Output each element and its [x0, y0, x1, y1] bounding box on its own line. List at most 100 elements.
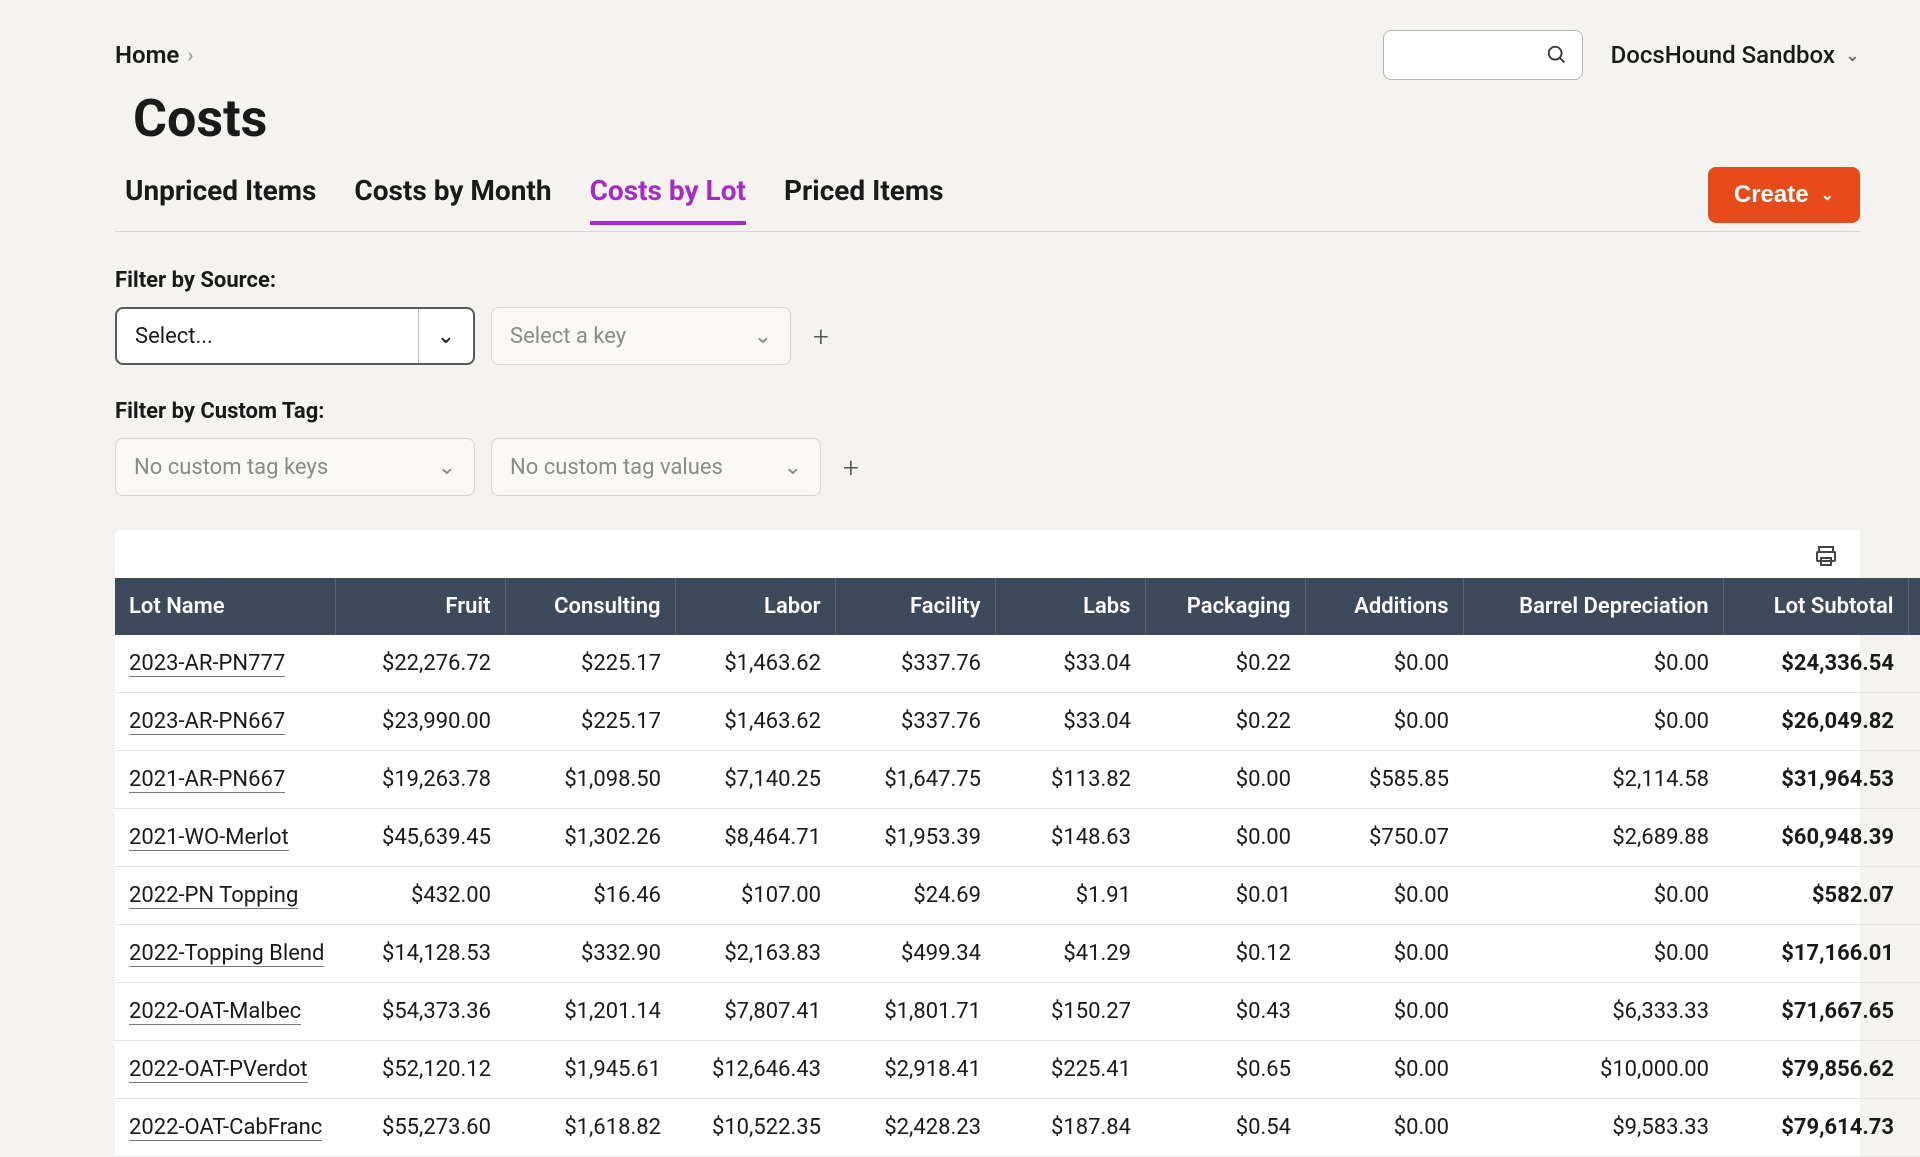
costs-table: Lot Name Fruit Consulting Labor Facility…	[115, 578, 1920, 1157]
lot-link[interactable]: 2023-AR-PN777	[129, 651, 285, 677]
cell-barrel: $0.00	[1463, 693, 1723, 751]
col-overflow[interactable]: B	[1908, 578, 1920, 635]
workspace-name: DocsHound Sandbox	[1611, 41, 1835, 69]
table-row: 2023-AR-PN667$23,990.00$225.17$1,463.62$…	[115, 693, 1920, 751]
cell-consulting: $1,945.61	[505, 1041, 675, 1099]
col-consulting[interactable]: Consulting	[505, 578, 675, 635]
cell-fruit: $14,128.53	[335, 925, 505, 983]
cell-fruit: $54,373.36	[335, 983, 505, 1041]
lot-link[interactable]: 2022-OAT-PVerdot	[129, 1057, 308, 1083]
cell-facility: $337.76	[835, 635, 995, 693]
lot-link[interactable]: 2022-Topping Blend	[129, 941, 324, 967]
cell-labs: $150.27	[995, 983, 1145, 1041]
col-barrel[interactable]: Barrel Depreciation	[1463, 578, 1723, 635]
tab-costs-by-lot[interactable]: Costs by Lot	[590, 174, 746, 225]
cell-additions: $0.00	[1305, 1041, 1463, 1099]
lot-link[interactable]: 2022-PN Topping	[129, 883, 298, 909]
tab-costs-by-month[interactable]: Costs by Month	[354, 174, 551, 225]
cell-overflow	[1908, 983, 1920, 1041]
cell-labor: $2,163.83	[675, 925, 835, 983]
search-input[interactable]	[1383, 30, 1583, 80]
tab-priced-items[interactable]: Priced Items	[784, 174, 944, 225]
cell-barrel: $0.00	[1463, 867, 1723, 925]
col-packaging[interactable]: Packaging	[1145, 578, 1305, 635]
table-row: 2021-WO-Merlot$45,639.45$1,302.26$8,464.…	[115, 809, 1920, 867]
cell-additions: $585.85	[1305, 751, 1463, 809]
cell-labs: $225.41	[995, 1041, 1145, 1099]
table-row: 2021-AR-PN667$19,263.78$1,098.50$7,140.2…	[115, 751, 1920, 809]
chevron-down-icon: ⌄	[1845, 45, 1860, 66]
cell-lot-name: 2022-OAT-CabFranc	[115, 1099, 335, 1157]
costs-table-container: Lot Name Fruit Consulting Labor Facility…	[115, 530, 1860, 1157]
cell-subtotal: $24,336.54	[1723, 635, 1908, 693]
cell-labs: $113.82	[995, 751, 1145, 809]
cell-overflow	[1908, 867, 1920, 925]
col-labor[interactable]: Labor	[675, 578, 835, 635]
cell-barrel: $2,114.58	[1463, 751, 1723, 809]
cell-facility: $24.69	[835, 867, 995, 925]
cell-lot-name: 2021-AR-PN667	[115, 751, 335, 809]
table-header-row: Lot Name Fruit Consulting Labor Facility…	[115, 578, 1920, 635]
filter-source-value: Select...	[135, 324, 213, 349]
table-row: 2022-OAT-CabFranc$55,273.60$1,618.82$10,…	[115, 1099, 1920, 1157]
cell-facility: $337.76	[835, 693, 995, 751]
cell-lot-name: 2022-OAT-Malbec	[115, 983, 335, 1041]
cell-consulting: $16.46	[505, 867, 675, 925]
table-row: 2022-PN Topping$432.00$16.46$107.00$24.6…	[115, 867, 1920, 925]
cell-labor: $107.00	[675, 867, 835, 925]
add-tag-filter-button[interactable]: +	[837, 451, 865, 484]
lot-link[interactable]: 2023-AR-PN667	[129, 709, 285, 735]
breadcrumb: Home ›	[115, 41, 193, 69]
tab-unpriced-items[interactable]: Unpriced Items	[125, 174, 316, 225]
filter-source-key-select[interactable]: Select a key ⌄	[491, 307, 791, 365]
cell-fruit: $52,120.12	[335, 1041, 505, 1099]
workspace-selector[interactable]: DocsHound Sandbox ⌄	[1611, 41, 1860, 69]
filter-source-select[interactable]: Select... ⌄	[115, 307, 475, 365]
cell-overflow	[1908, 693, 1920, 751]
cell-barrel: $9,583.33	[1463, 1099, 1723, 1157]
cell-lot-name: 2023-AR-PN777	[115, 635, 335, 693]
cell-barrel: $0.00	[1463, 635, 1723, 693]
cell-labs: $187.84	[995, 1099, 1145, 1157]
cell-labs: $33.04	[995, 635, 1145, 693]
cell-labor: $1,463.62	[675, 635, 835, 693]
print-icon[interactable]	[1814, 544, 1838, 568]
cell-packaging: $0.54	[1145, 1099, 1305, 1157]
cell-fruit: $23,990.00	[335, 693, 505, 751]
cell-lot-name: 2021-WO-Merlot	[115, 809, 335, 867]
chevron-right-icon: ›	[187, 43, 193, 67]
cell-barrel: $0.00	[1463, 925, 1723, 983]
cell-barrel: $2,689.88	[1463, 809, 1723, 867]
lot-link[interactable]: 2022-OAT-CabFranc	[129, 1115, 322, 1141]
col-fruit[interactable]: Fruit	[335, 578, 505, 635]
col-labs[interactable]: Labs	[995, 578, 1145, 635]
cell-overflow	[1908, 925, 1920, 983]
add-source-filter-button[interactable]: +	[807, 320, 835, 353]
cell-subtotal: $79,856.62	[1723, 1041, 1908, 1099]
breadcrumb-home[interactable]: Home	[115, 41, 179, 69]
cell-additions: $0.00	[1305, 635, 1463, 693]
filter-tag-value-select[interactable]: No custom tag values ⌄	[491, 438, 821, 496]
col-lot-name[interactable]: Lot Name	[115, 578, 335, 635]
filter-tag-key-select[interactable]: No custom tag keys ⌄	[115, 438, 475, 496]
cell-subtotal: $31,964.53	[1723, 751, 1908, 809]
cell-packaging: $0.12	[1145, 925, 1305, 983]
chevron-down-icon: ⌄	[418, 309, 455, 363]
col-facility[interactable]: Facility	[835, 578, 995, 635]
col-additions[interactable]: Additions	[1305, 578, 1463, 635]
col-subtotal[interactable]: Lot Subtotal	[1723, 578, 1908, 635]
cell-subtotal: $79,614.73	[1723, 1099, 1908, 1157]
filter-tag-value-value: No custom tag values	[510, 455, 723, 480]
cell-overflow	[1908, 809, 1920, 867]
chevron-down-icon: ⌄	[1821, 185, 1834, 205]
cell-labs: $41.29	[995, 925, 1145, 983]
cell-fruit: $22,276.72	[335, 635, 505, 693]
search-icon	[1546, 44, 1568, 66]
filter-source-label: Filter by Source:	[115, 268, 1860, 293]
cell-fruit: $45,639.45	[335, 809, 505, 867]
lot-link[interactable]: 2022-OAT-Malbec	[129, 999, 301, 1025]
create-button[interactable]: Create ⌄	[1708, 167, 1860, 223]
lot-link[interactable]: 2021-AR-PN667	[129, 767, 285, 793]
chevron-down-icon: ⌄	[784, 455, 802, 480]
lot-link[interactable]: 2021-WO-Merlot	[129, 825, 289, 851]
